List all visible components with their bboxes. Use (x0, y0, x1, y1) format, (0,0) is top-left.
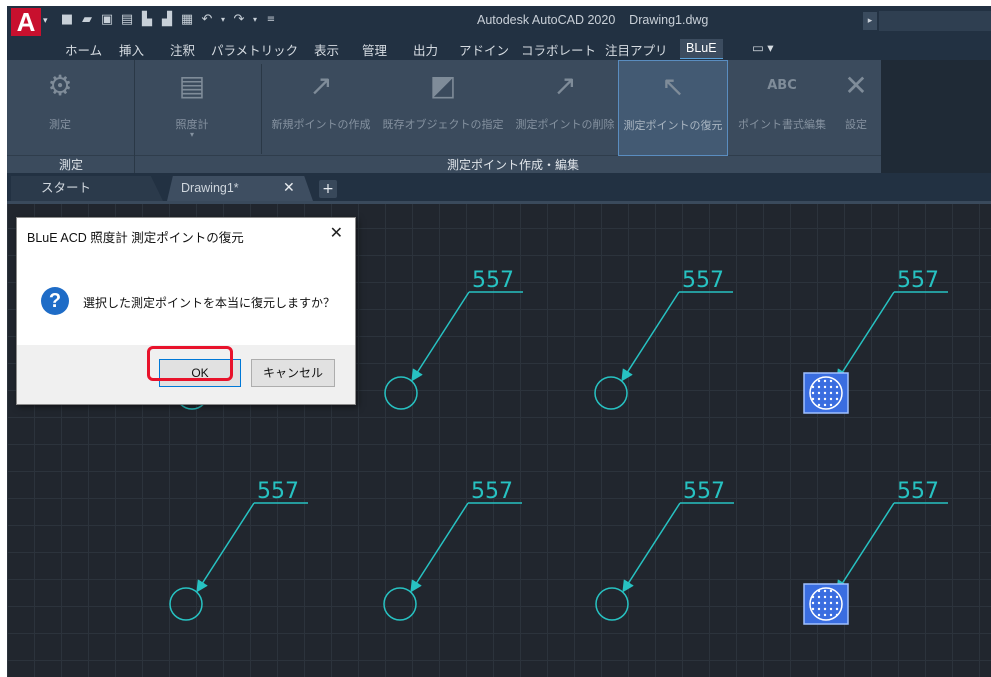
save-icon[interactable]: ▣ (99, 12, 115, 28)
measure-button[interactable]: ⚙ 測定 (25, 60, 95, 156)
tab-addins[interactable]: アドイン (459, 40, 509, 59)
new-point-icon: ↗ (309, 69, 333, 102)
tab-blue[interactable]: BLuE (680, 39, 723, 58)
ok-button-highlight (147, 346, 233, 381)
autocad-logo-icon[interactable]: A (11, 8, 41, 36)
tab-featured-apps[interactable]: 注目アプリ (605, 40, 668, 59)
restore-point-icon: ↖ (661, 70, 685, 103)
undo-dropdown-icon[interactable]: ▾ (219, 12, 227, 28)
tab-annotate[interactable]: 注釈 (170, 40, 195, 59)
tab-collaborate[interactable]: コラボレート (521, 40, 596, 59)
panel-title-measure: 測定 (59, 158, 84, 172)
select-object-label: 既存オブジェクトの指定 (382, 119, 504, 131)
tab-start[interactable]: スタート (11, 176, 163, 201)
window-title: Autodesk AutoCAD 2020 Drawing1.dwg (477, 13, 709, 27)
document-tab-bar: スタート Drawing1* ✕ + (7, 173, 991, 201)
restore-point-label: 測定ポイントの復元 (623, 120, 723, 132)
tab-output[interactable]: 出力 (413, 40, 438, 59)
panel-separator (134, 60, 135, 173)
question-icon: ? (41, 287, 69, 315)
ribbon-panel: ⚙ 測定 測定 ▤ 照度計 ▾ ↗ 新規ポイントの作成 ◩ 既存オブジェクトの指… (7, 60, 881, 173)
new-icon[interactable]: ■ (59, 12, 75, 28)
dialog-close-icon[interactable]: ✕ (330, 223, 343, 243)
illuminance-meter-button[interactable]: ▤ 照度計 ▾ (157, 60, 227, 156)
dialog-message: 選択した測定ポイントを本当に復元しますか？ (83, 296, 336, 310)
expand-arrow-icon[interactable]: ▸ (863, 12, 877, 30)
chevron-down-icon[interactable]: ▾ (157, 130, 227, 139)
cancel-button[interactable]: キャンセル (251, 359, 335, 387)
delete-point-icon: ↗ (553, 69, 577, 102)
close-icon[interactable]: ✕ (283, 176, 295, 201)
panel-title-points: 測定ポイント作成・編集 (447, 158, 580, 172)
restore-point-button[interactable]: ↖ 測定ポイントの復元 (618, 60, 728, 156)
publish-icon[interactable]: ▙ (139, 12, 155, 28)
tab-workspace-toggle[interactable]: ▭ ▾ (752, 40, 774, 55)
select-object-icon: ◩ (429, 69, 457, 102)
quick-access-toolbar: ■ ▰ ▣ ▤ ▙ ▟ ▦ ↶ ▾ ↷ ▾ ≡ (59, 10, 279, 30)
redo-dropdown-icon[interactable]: ▾ (251, 12, 259, 28)
new-point-label: 新規ポイントの作成 (271, 119, 371, 131)
delete-point-button[interactable]: ↗ 測定ポイントの削除 (509, 60, 621, 156)
print-icon[interactable]: ▦ (179, 12, 195, 28)
settings-button[interactable]: ✕ 設定 (833, 60, 879, 156)
open-icon[interactable]: ▰ (79, 12, 95, 28)
delete-point-label: 測定ポイントの削除 (515, 119, 615, 131)
redo-icon[interactable]: ↷ (231, 12, 247, 28)
select-object-button[interactable]: ◩ 既存オブジェクトの指定 (377, 60, 509, 156)
undo-icon[interactable]: ↶ (199, 12, 215, 28)
ribbon-tab-bar: ホーム 挿入 注釈 パラメトリック 表示 管理 出力 アドイン コラボレート 注… (7, 36, 991, 60)
canvas-top-border (7, 201, 991, 204)
illuminance-meter-icon: ▤ (178, 69, 206, 102)
title-bar: A ▾ ■ ▰ ▣ ▤ ▙ ▟ ▦ ↶ ▾ ↷ ▾ ≡ Autodesk Aut… (7, 6, 991, 36)
tab-manage[interactable]: 管理 (362, 40, 387, 59)
measure-button-label: 測定 (49, 119, 71, 131)
dialog-title: BLuE ACD 照度計 測定ポイントの復元 (27, 231, 244, 245)
customize-qat-icon[interactable]: ≡ (263, 12, 279, 28)
format-edit-icon: ABC (767, 78, 797, 93)
new-tab-icon[interactable]: + (319, 180, 337, 198)
autocad-window: A ▾ ■ ▰ ▣ ▤ ▙ ▟ ▦ ↶ ▾ ↷ ▾ ≡ Autodesk Aut… (7, 6, 991, 677)
share-icon[interactable]: ▟ (159, 12, 175, 28)
tab-home[interactable]: ホーム (65, 40, 102, 59)
group-separator (261, 64, 262, 154)
new-point-button[interactable]: ↗ 新規ポイントの作成 (265, 60, 377, 156)
ribbon-empty-area (881, 60, 991, 173)
settings-label: 設定 (845, 119, 867, 131)
tab-insert[interactable]: 挿入 (119, 40, 144, 59)
format-edit-label: ポイント書式編集 (738, 119, 826, 131)
settings-tools-icon: ✕ (844, 69, 868, 102)
save-as-icon[interactable]: ▤ (119, 12, 135, 28)
app-menu-caret-icon[interactable]: ▾ (43, 16, 48, 26)
format-edit-button[interactable]: ABC ポイント書式編集 (730, 60, 834, 156)
search-box[interactable] (879, 11, 991, 31)
tab-parametric[interactable]: パラメトリック (211, 40, 298, 59)
tab-view[interactable]: 表示 (314, 40, 339, 59)
measure-icon: ⚙ (47, 69, 73, 102)
